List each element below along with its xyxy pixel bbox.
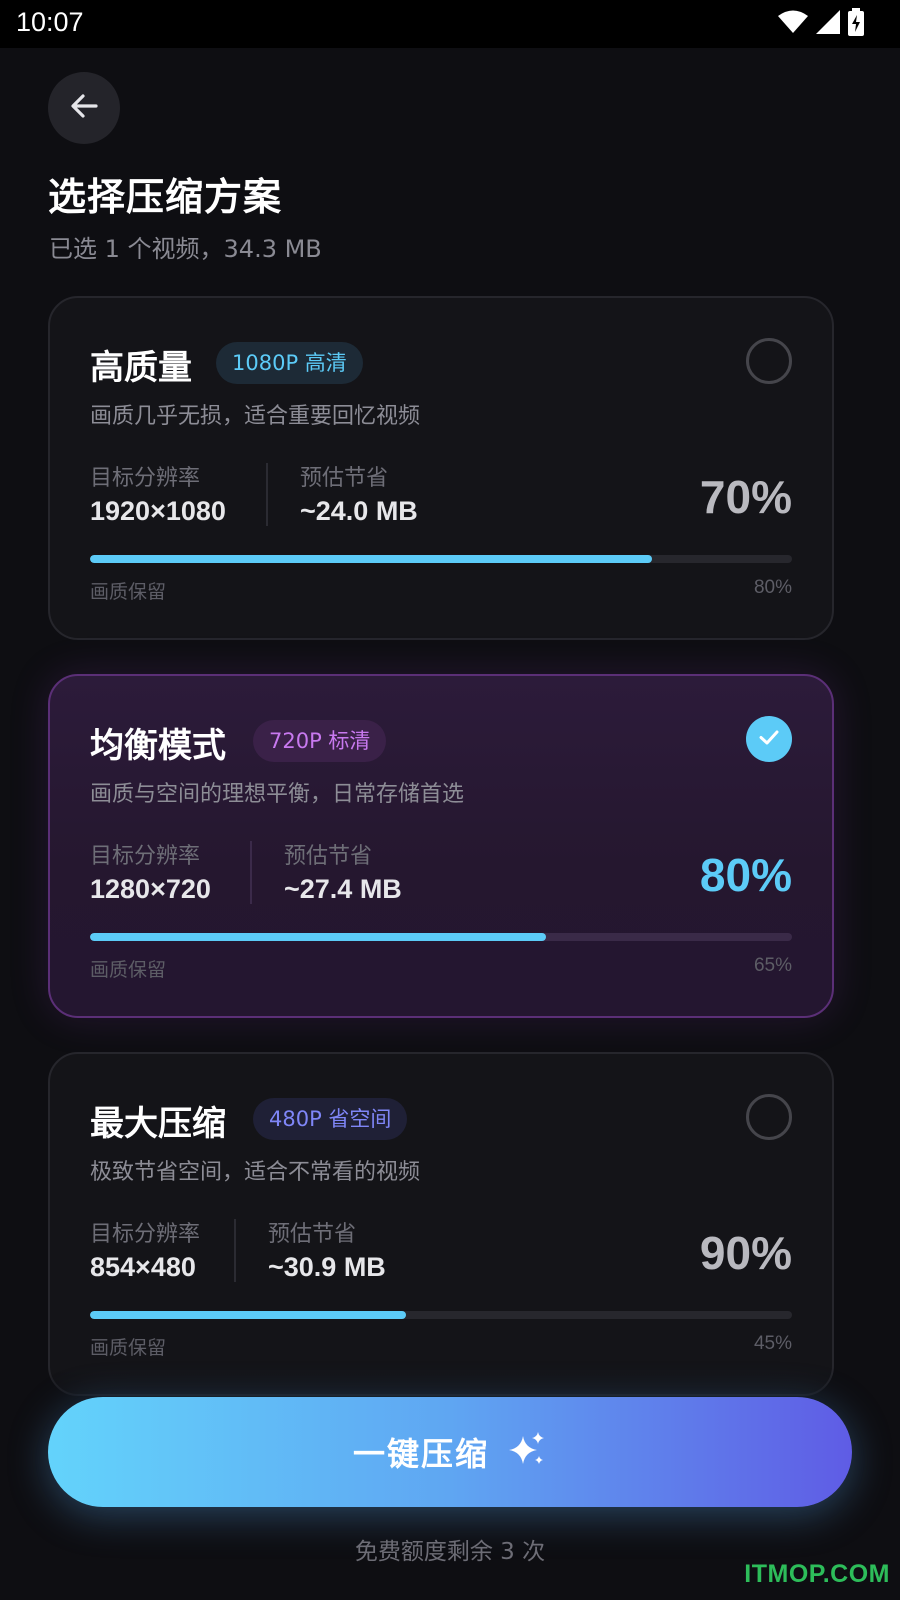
check-icon (757, 725, 781, 753)
plan-description: 极致节省空间，适合不常看的视频 (90, 1160, 421, 1185)
quality-percent: 80% (753, 577, 792, 598)
plan-title: 最大压缩 (90, 1104, 226, 1144)
resolution-value: 854×480 (90, 1252, 196, 1282)
page-subtitle: 已选 1 个视频，34.3 MB (49, 235, 322, 263)
stat-divider (234, 1219, 236, 1282)
plan-radio[interactable] (746, 1094, 792, 1140)
plan-tag: 480P 省空间 (253, 1098, 408, 1140)
compress-button-label: 一键压缩 (352, 1435, 489, 1473)
plan-tag: 1080P 高清 (216, 342, 363, 384)
stat-divider (250, 841, 252, 904)
page-title: 选择压缩方案 (48, 175, 283, 219)
quality-percent: 65% (753, 955, 792, 976)
savings-value: ~24.0 MB (300, 496, 418, 526)
plan-radio[interactable] (746, 338, 792, 384)
savings-value: ~30.9 MB (268, 1252, 386, 1282)
quality-bar (90, 555, 792, 563)
status-icons (778, 8, 864, 40)
plan-description: 画质与空间的理想平衡，日常存储首选 (90, 782, 465, 807)
plan-description: 画质几乎无损，适合重要回忆视频 (90, 404, 421, 429)
resolution-label: 目标分辨率 (90, 1222, 201, 1247)
stat-divider (266, 463, 268, 526)
resolution-label: 目标分辨率 (90, 844, 201, 869)
back-button[interactable] (48, 72, 120, 144)
signal-icon (816, 10, 840, 38)
battery-charging-icon (848, 8, 864, 40)
savings-label: 预估节省 (284, 844, 373, 869)
arrow-left-icon (68, 90, 100, 126)
quality-bar (90, 933, 792, 941)
sparkles-icon (507, 1430, 547, 1474)
plan-card-balanced[interactable]: 均衡模式 720P 标清 画质与空间的理想平衡，日常存储首选 目标分辨率 128… (48, 674, 834, 1018)
plan-tag: 720P 标清 (253, 720, 387, 762)
plan-radio-checked[interactable] (746, 716, 792, 762)
watermark: ITMOP.COM (744, 1560, 890, 1588)
wifi-icon (778, 10, 808, 38)
savings-label: 预估节省 (268, 1222, 357, 1247)
quality-label: 画质保留 (90, 581, 167, 603)
compression-percent: 90% (699, 1227, 792, 1279)
quality-bar (90, 1311, 792, 1319)
quality-label: 画质保留 (90, 959, 167, 981)
plan-card-max-compression[interactable]: 最大压缩 480P 省空间 极致节省空间，适合不常看的视频 目标分辨率 854×… (48, 1052, 834, 1396)
plan-title: 均衡模式 (90, 726, 226, 766)
savings-value: ~27.4 MB (284, 874, 402, 904)
compression-percent: 80% (699, 849, 792, 901)
compression-plan-screen: 10:07 选择压缩方案 已选 1 个视频，34.3 MB 高质量 1080P … (0, 0, 900, 1600)
quality-label: 画质保留 (90, 1337, 167, 1359)
status-time: 10:07 (16, 7, 84, 37)
quality-bar-fill (90, 555, 652, 563)
savings-label: 预估节省 (300, 466, 389, 491)
quality-bar-fill (90, 933, 547, 941)
compression-percent: 70% (699, 471, 792, 523)
plan-title: 高质量 (90, 348, 192, 388)
quality-bar-fill (90, 1311, 406, 1319)
resolution-label: 目标分辨率 (90, 466, 201, 491)
resolution-value: 1920×1080 (90, 496, 226, 526)
resolution-value: 1280×720 (90, 874, 211, 904)
quality-percent: 45% (753, 1333, 792, 1354)
plan-card-high-quality[interactable]: 高质量 1080P 高清 画质几乎无损，适合重要回忆视频 目标分辨率 1920×… (48, 296, 834, 640)
status-bar: 10:07 (0, 0, 900, 48)
one-click-compress-button[interactable]: 一键压缩 (48, 1397, 852, 1507)
